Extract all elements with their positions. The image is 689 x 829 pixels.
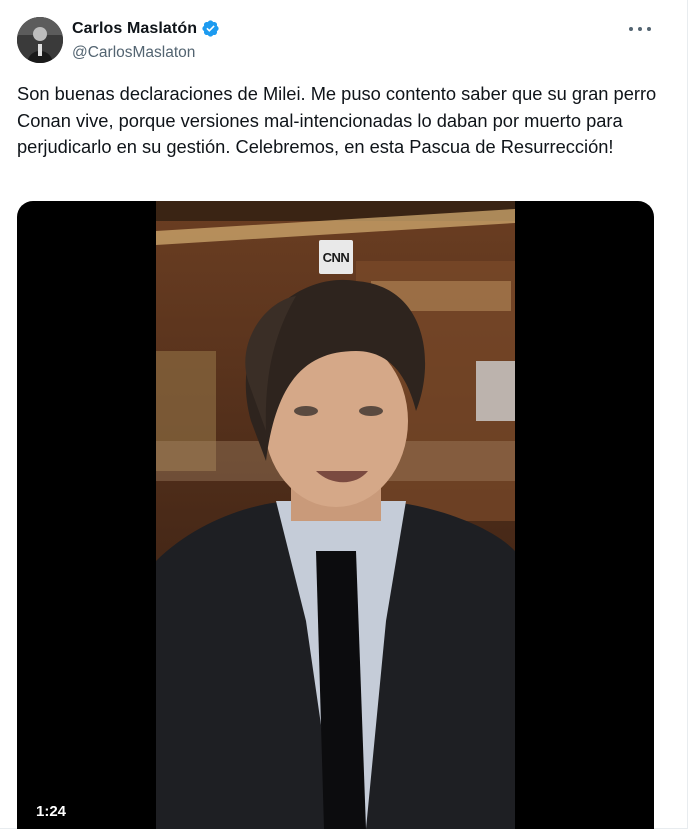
verified-badge-icon[interactable]	[201, 19, 220, 38]
video-player[interactable]: CNN 1:24	[17, 201, 654, 829]
avatar[interactable]	[17, 17, 63, 63]
more-dot	[638, 27, 642, 31]
author-display-name[interactable]: Carlos Maslatón	[72, 20, 197, 38]
more-dot	[647, 27, 651, 31]
author-handle[interactable]: @CarlosMaslaton	[72, 44, 195, 62]
tweet-card: Carlos Maslatón @CarlosMaslaton Son buen…	[0, 0, 689, 829]
more-options-icon[interactable]	[629, 21, 651, 37]
video-frame[interactable]: CNN	[156, 201, 515, 829]
more-dot	[629, 27, 633, 31]
author-name-row: Carlos Maslatón	[72, 19, 220, 38]
video-duration-badge: 1:24	[36, 803, 67, 820]
video-thumbnail	[156, 201, 515, 829]
cnn-logo: CNN	[319, 240, 353, 274]
tweet-text: Son buenas declaraciones de Milei. Me pu…	[17, 83, 657, 157]
avatar-image	[17, 17, 63, 63]
